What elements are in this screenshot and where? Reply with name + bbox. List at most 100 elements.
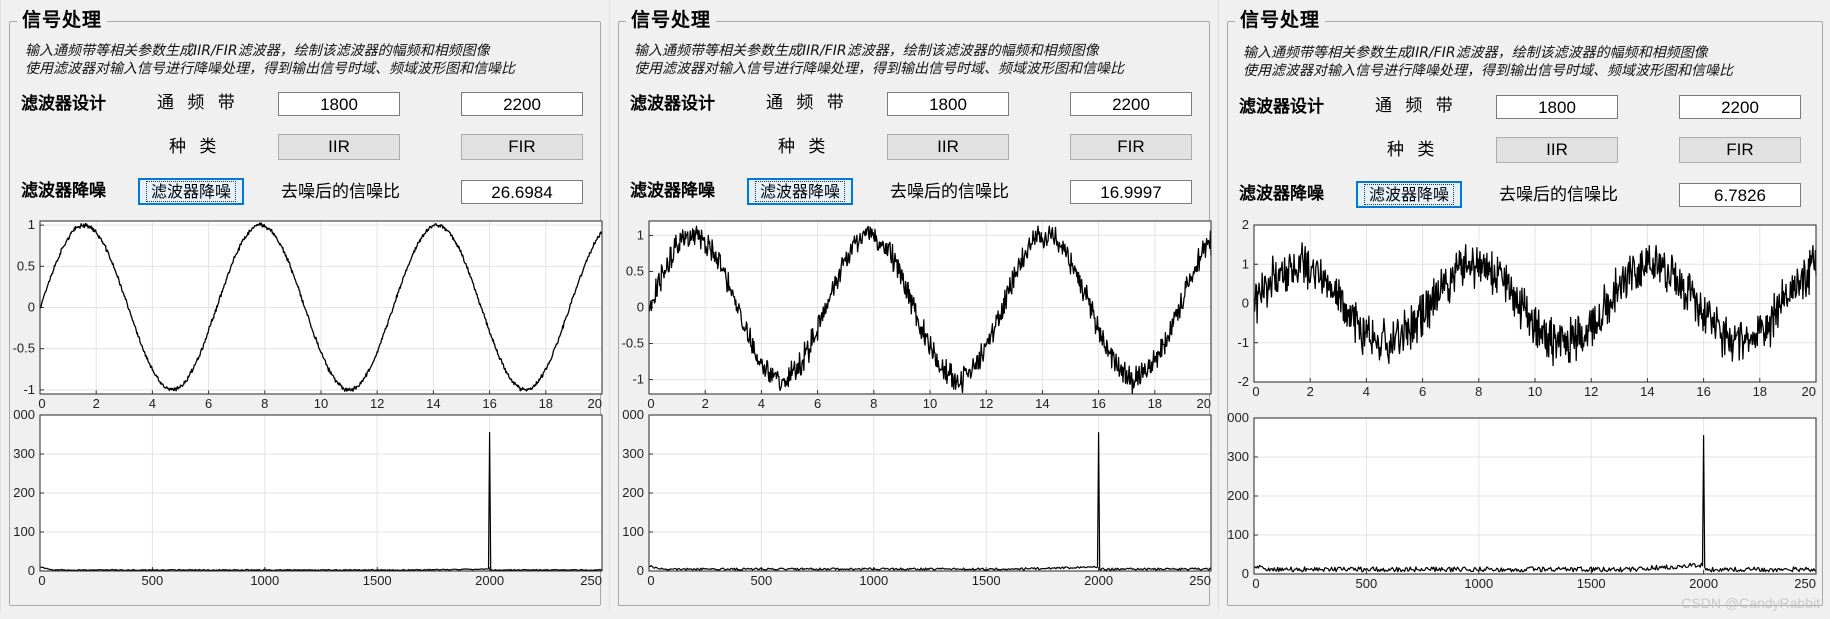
fir-button[interactable]: FIR <box>1679 137 1801 163</box>
y-tick-label: 0 <box>1242 566 1249 581</box>
y-tick-label: 100 <box>1227 527 1249 542</box>
x-tick-label: 14 <box>1640 384 1654 399</box>
x-tick-label: 18 <box>1753 384 1767 399</box>
x-tick-label: 4 <box>1363 384 1370 399</box>
snr-value-field: 16.9997 <box>1070 180 1192 204</box>
x-tick-label: 1500 <box>1577 576 1606 591</box>
panel-title: 信号处理 <box>1235 8 1326 32</box>
snr-value-field: 26.6984 <box>461 180 583 204</box>
y-tick-label: 1 <box>637 227 644 242</box>
passband-high-input[interactable]: 2200 <box>461 92 583 116</box>
y-tick-label: -1 <box>632 372 644 387</box>
x-tick-label: 1000 <box>859 573 888 588</box>
y-tick-label: 200 <box>622 485 644 500</box>
y-tick-label: 0 <box>28 300 35 315</box>
x-tick-label: 500 <box>1356 576 1378 591</box>
type-label: 种 类 <box>169 137 221 157</box>
panel-title: 信号处理 <box>17 8 108 32</box>
x-tick-label: 2 <box>1307 384 1314 399</box>
x-tick-label: 14 <box>426 396 440 411</box>
frequency-domain-plot: 0 500 1000 1500 2000 2500003002001000 <box>1227 410 1817 591</box>
y-tick-label: 200 <box>1227 488 1249 503</box>
x-tick-label: 2000 <box>1084 573 1113 588</box>
x-tick-label: 20 <box>1197 396 1211 411</box>
y-tick-label: 200 <box>13 485 35 500</box>
iir-button[interactable]: IIR <box>887 134 1009 160</box>
denoise-button-label: 滤波器降噪 <box>1363 184 1454 205</box>
signal-panel: 信号处理 输入通频带等相关参数生成IIR/FIR滤波器，绘制该滤波器的幅频和相频… <box>1218 0 1830 612</box>
x-tick-label: 10 <box>314 396 328 411</box>
x-tick-label: 1000 <box>1464 576 1493 591</box>
description-line-2: 使用滤波器对输入信号进行降噪处理，得到输出信号时域、频域波形图和信噪比 <box>1243 63 1733 79</box>
time-domain-plot: 0 2 4 6 8 10 12 14 16 18 20210-1-2 <box>1237 217 1817 399</box>
y-tick-label: 000 <box>1227 410 1249 425</box>
x-tick-label: 500 <box>751 573 773 588</box>
time-domain-plot: 0 2 4 6 8 10 12 14 16 18 20 1 0.5 0 -0.5 -1 <box>622 220 1212 411</box>
watermark-text: CSDN @CandyRabbit <box>1681 595 1820 611</box>
passband-low-input[interactable]: 1800 <box>1496 95 1618 119</box>
x-tick-label: 8 <box>1475 384 1482 399</box>
x-tick-label: 2000 <box>475 573 504 588</box>
x-tick-label: 2000 <box>1689 576 1718 591</box>
x-tick-label: 8 <box>261 396 268 411</box>
passband-label: 通 频 带 <box>766 93 848 113</box>
filter-design-label: 滤波器设计 <box>630 94 715 114</box>
frequency-domain-plot: 0 500 1000 1500 2000 2500003002001000 <box>622 407 1212 588</box>
denoise-button[interactable]: 滤波器降噪 <box>1356 181 1462 208</box>
signal-panel: 信号处理 输入通频带等相关参数生成IIR/FIR滤波器，绘制该滤波器的幅频和相频… <box>609 0 1218 612</box>
snr-label: 去噪后的信噪比 <box>890 182 1009 202</box>
type-label: 种 类 <box>1387 140 1439 160</box>
denoise-button-label: 滤波器降噪 <box>145 181 236 202</box>
x-tick-label: 20 <box>588 396 602 411</box>
denoise-button-label: 滤波器降噪 <box>754 181 845 202</box>
x-tick-label: 0 <box>38 396 45 411</box>
x-tick-label: 18 <box>1148 396 1162 411</box>
passband-low-input[interactable]: 1800 <box>887 92 1009 116</box>
x-tick-label: 1000 <box>250 573 279 588</box>
passband-high-input[interactable]: 2200 <box>1679 95 1801 119</box>
y-tick-label: 0 <box>28 563 35 578</box>
x-tick-label: 12 <box>1584 384 1598 399</box>
iir-button[interactable]: IIR <box>1496 137 1618 163</box>
y-tick-label: 1 <box>1242 256 1249 271</box>
x-tick-label: 250 <box>1189 573 1211 588</box>
y-tick-label: -0.5 <box>13 341 35 356</box>
x-tick-label: 16 <box>1091 396 1105 411</box>
y-tick-label: 2 <box>1242 217 1249 232</box>
y-tick-label: -1 <box>23 382 35 397</box>
fir-button[interactable]: FIR <box>461 134 583 160</box>
passband-label: 通 频 带 <box>1375 96 1457 116</box>
fir-button[interactable]: FIR <box>1070 134 1192 160</box>
description-line-1: 输入通频带等相关参数生成IIR/FIR滤波器，绘制该滤波器的幅频和相频图像 <box>25 43 490 59</box>
denoise-button[interactable]: 滤波器降噪 <box>747 178 853 205</box>
denoise-label: 滤波器降噪 <box>630 181 715 201</box>
x-tick-label: 1500 <box>972 573 1001 588</box>
x-tick-label: 500 <box>142 573 164 588</box>
y-tick-label: 000 <box>13 407 35 422</box>
x-tick-label: 0 <box>647 573 654 588</box>
filter-design-label: 滤波器设计 <box>1239 97 1324 117</box>
filter-design-label: 滤波器设计 <box>21 94 106 114</box>
x-tick-label: 0 <box>647 396 654 411</box>
description-line-2: 使用滤波器对输入信号进行降噪处理，得到输出信号时域、频域波形图和信噪比 <box>634 61 1124 77</box>
description-line-1: 输入通频带等相关参数生成IIR/FIR滤波器，绘制该滤波器的幅频和相频图像 <box>1243 45 1708 61</box>
x-tick-label: 16 <box>482 396 496 411</box>
passband-high-input[interactable]: 2200 <box>1070 92 1192 116</box>
x-tick-label: 0 <box>38 573 45 588</box>
frequency-domain-plot: 0 500 1000 1500 2000 2500003002001000 <box>13 407 603 588</box>
y-tick-label: -2 <box>1237 374 1249 389</box>
x-tick-label: 4 <box>758 396 765 411</box>
x-tick-label: 12 <box>979 396 993 411</box>
y-tick-label: 300 <box>622 446 644 461</box>
iir-button[interactable]: IIR <box>278 134 400 160</box>
x-tick-label: 10 <box>923 396 937 411</box>
x-tick-label: 0 <box>1252 384 1259 399</box>
y-tick-label: 300 <box>1227 449 1249 464</box>
x-tick-label: 6 <box>205 396 212 411</box>
x-tick-label: 10 <box>1528 384 1542 399</box>
x-tick-label: 6 <box>814 396 821 411</box>
denoise-button[interactable]: 滤波器降噪 <box>138 178 244 205</box>
x-tick-label: 20 <box>1802 384 1816 399</box>
x-tick-label: 16 <box>1696 384 1710 399</box>
passband-low-input[interactable]: 1800 <box>278 92 400 116</box>
